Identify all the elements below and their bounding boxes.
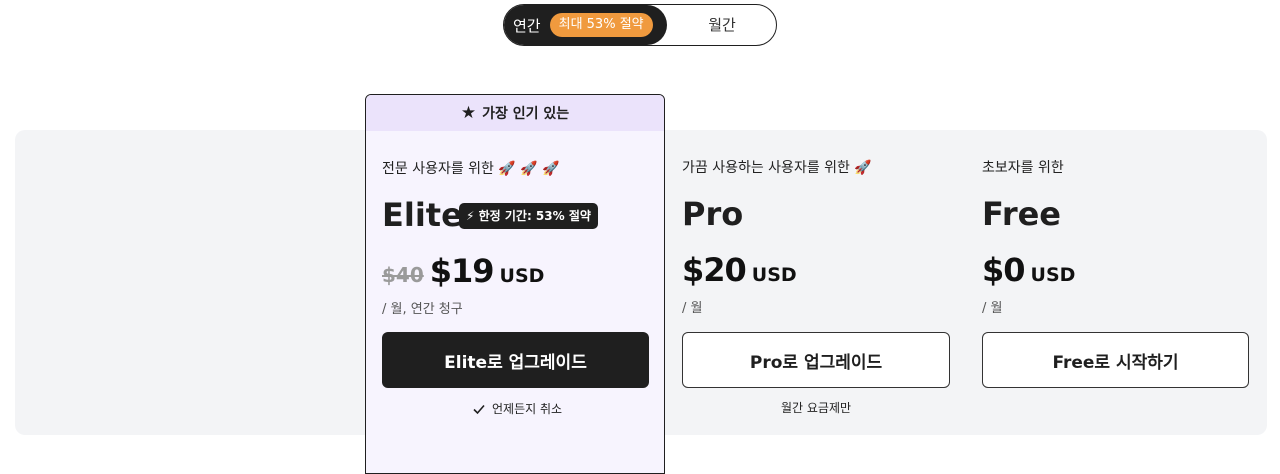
footnote-label: 월간 요금제만 bbox=[781, 401, 852, 415]
price-row: $40 $19 USD bbox=[382, 252, 544, 290]
footnote-label: 언제든지 취소 bbox=[492, 402, 563, 416]
billing-note: / 월 bbox=[982, 301, 1003, 316]
upgrade-elite-button[interactable]: Elite로 업그레이드 bbox=[382, 332, 649, 388]
most-popular-banner: ★ 가장 인기 있는 bbox=[366, 95, 664, 131]
plan-name: Elite bbox=[382, 196, 463, 234]
elite-footnote: 언제든지 취소 bbox=[472, 400, 562, 417]
billing-note: / 월, 연간 청구 bbox=[382, 302, 463, 317]
plan-subtitle: 초보자를 위한 bbox=[982, 160, 1064, 176]
billing-toggle[interactable]: 연간 최대 53% 절약 월간 bbox=[503, 4, 777, 46]
star-icon: ★ bbox=[460, 103, 477, 123]
currency: USD bbox=[1030, 264, 1076, 286]
pro-footnote: 월간 요금제만 bbox=[781, 399, 851, 416]
toggle-monthly-option[interactable]: 월간 bbox=[667, 5, 777, 45]
savings-badge: 최대 53% 절약 bbox=[549, 13, 653, 37]
old-price: $40 bbox=[382, 263, 424, 287]
price: $20 bbox=[682, 251, 747, 289]
toggle-yearly-option[interactable]: 연간 최대 53% 절약 bbox=[504, 5, 667, 45]
toggle-yearly-label: 연간 bbox=[513, 16, 541, 35]
plan-card-elite: ★ 가장 인기 있는 전문 사용자를 위한 🚀 🚀 🚀 Elite ⚡ 한정 기… bbox=[365, 94, 665, 474]
price: $0 bbox=[982, 251, 1026, 289]
price-row: $20 USD bbox=[682, 251, 797, 289]
plan-subtitle: 전문 사용자를 위한 🚀 🚀 🚀 bbox=[382, 161, 560, 177]
plan-name: Free bbox=[982, 195, 1061, 233]
most-popular-label: 가장 인기 있는 bbox=[482, 106, 570, 122]
price-row: $0 USD bbox=[982, 251, 1075, 289]
currency: USD bbox=[499, 265, 545, 287]
upgrade-pro-button[interactable]: Pro로 업그레이드 bbox=[682, 332, 950, 388]
currency: USD bbox=[751, 264, 797, 286]
plan-name: Pro bbox=[682, 195, 744, 233]
limited-offer-badge: ⚡ 한정 기간: 53% 절약 bbox=[459, 203, 598, 229]
start-free-button[interactable]: Free로 시작하기 bbox=[982, 332, 1249, 388]
billing-note: / 월 bbox=[682, 301, 703, 316]
check-icon bbox=[473, 404, 485, 414]
plan-subtitle: 가끔 사용하는 사용자를 위한 🚀 bbox=[682, 160, 872, 176]
price: $19 bbox=[429, 252, 495, 290]
